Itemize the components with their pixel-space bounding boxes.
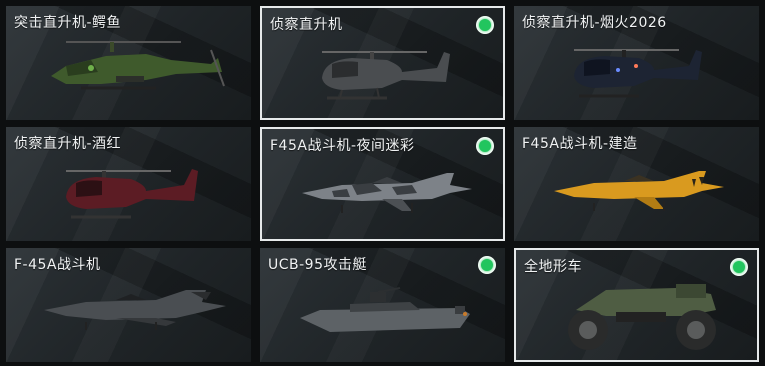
vehicle-label: F-45A战斗机 (14, 257, 101, 273)
vehicle-card-f45a-fighter[interactable]: F-45A战斗机 (6, 248, 251, 362)
vehicle-card-f45a-construction[interactable]: F45A战斗机-建造 (514, 127, 759, 241)
vehicle-label: 全地形车 (524, 259, 582, 275)
vehicle-grid: 突击直升机-鳄鱼 侦察直升机 侦察直升机-烟火2026 侦察直升机-酒红 F45… (0, 0, 765, 366)
vehicle-card-scout-helicopter[interactable]: 侦察直升机 (260, 6, 505, 120)
vehicle-label: 突击直升机-鳄鱼 (14, 15, 122, 31)
vehicle-card-atv[interactable]: 全地形车 (514, 248, 759, 362)
vehicle-card-attack-helicopter-crocodile[interactable]: 突击直升机-鳄鱼 (6, 6, 251, 120)
equipped-indicator-icon (476, 137, 494, 155)
vehicle-label: F45A战斗机-夜间迷彩 (270, 138, 415, 154)
vehicle-card-ucb-95-attack-boat[interactable]: UCB-95攻击艇 (260, 248, 505, 362)
vehicle-card-scout-helicopter-wine-red[interactable]: 侦察直升机-酒红 (6, 127, 251, 241)
vehicle-card-scout-helicopter-fireworks[interactable]: 侦察直升机-烟火2026 (514, 6, 759, 120)
equipped-indicator-icon (478, 256, 496, 274)
equipped-indicator-icon (476, 16, 494, 34)
equipped-indicator-icon (730, 258, 748, 276)
vehicle-label: 侦察直升机 (270, 17, 343, 33)
vehicle-label: UCB-95攻击艇 (268, 257, 367, 273)
vehicle-label: 侦察直升机-烟火2026 (522, 15, 667, 31)
vehicle-card-f45a-night-camo[interactable]: F45A战斗机-夜间迷彩 (260, 127, 505, 241)
vehicle-label: F45A战斗机-建造 (522, 136, 638, 152)
vehicle-label: 侦察直升机-酒红 (14, 136, 122, 152)
